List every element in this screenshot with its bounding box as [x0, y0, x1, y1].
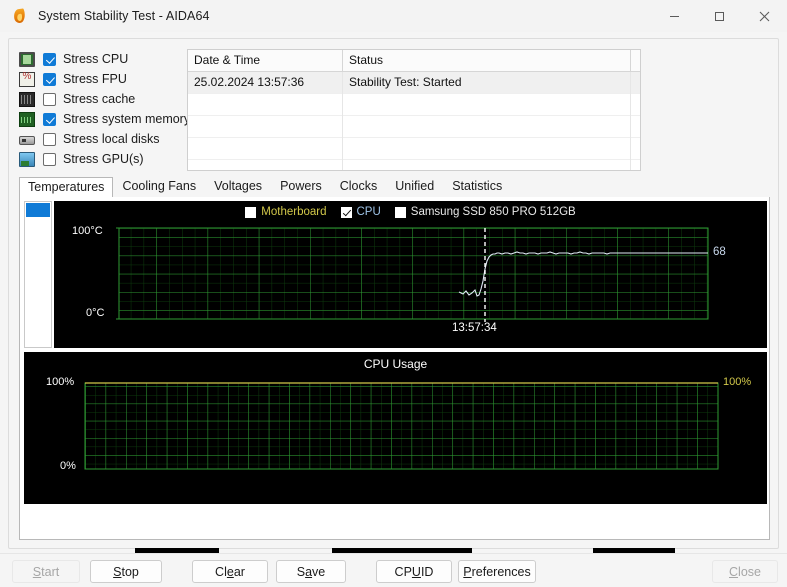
usage-axis-label-bottom: 0% [60, 460, 76, 472]
stress-option-fpu[interactable]: Stress FPU [19, 69, 195, 89]
temp-axis-label-bottom: 0°C [86, 307, 105, 319]
preferences-button[interactable]: Preferences [458, 560, 536, 583]
preferences-button-mnemonic: P [463, 564, 472, 579]
stop-button-label: top [121, 564, 139, 579]
flame-icon [12, 8, 28, 24]
usage-axis-label-top-right: 100% [723, 376, 752, 388]
close-button[interactable]: Close [712, 560, 778, 583]
close-button-mnemonic: C [729, 564, 739, 579]
stress-gpu-label: Stress GPU(s) [63, 152, 144, 166]
start-button-label: tart [41, 564, 60, 579]
cpu-usage-chart-area: CPU Usage 100% 100% 0% [24, 352, 767, 504]
table-row-empty [188, 160, 640, 170]
table-row-empty [188, 138, 640, 160]
stress-fpu-checkbox[interactable] [43, 72, 56, 86]
window-controls [652, 0, 787, 32]
cpu-icon [19, 51, 35, 67]
clear-button-label: Cl [215, 564, 227, 579]
stress-option-cache[interactable]: Stress cache [19, 89, 195, 109]
close-icon[interactable] [742, 0, 787, 32]
tab-bar: Temperatures Cooling Fans Voltages Power… [19, 177, 770, 198]
stress-cache-label: Stress cache [63, 92, 136, 106]
temp-current-value-label: 68 [713, 246, 726, 258]
table-row-empty [188, 116, 640, 138]
column-header-status: Status [343, 50, 631, 72]
stress-cpu-checkbox[interactable] [43, 52, 56, 66]
tab-voltages[interactable]: Voltages [205, 176, 271, 197]
stress-fpu-label: Stress FPU [63, 72, 127, 86]
temperature-chart: Motherboard CPU Samsung SSD 850 PRO 512G… [54, 201, 767, 348]
table-row-empty [188, 94, 640, 116]
start-button-mnemonic: S [32, 564, 42, 579]
stress-option-gpu[interactable]: Stress GPU(s) [19, 149, 195, 169]
stress-cache-checkbox[interactable] [43, 92, 56, 106]
memory-icon [19, 111, 35, 127]
stress-option-cpu[interactable]: Stress CPU [19, 49, 195, 69]
aida64-stability-test-window: System Stability Test - AIDA64 Stress CP… [0, 0, 787, 587]
tab-statistics[interactable]: Statistics [443, 176, 511, 197]
main-frame: Stress CPU Stress FPU Stress cache Stres… [8, 38, 779, 570]
cache-icon [19, 91, 35, 107]
device-list[interactable] [24, 201, 52, 348]
column-header-datetime: Date & Time [188, 50, 343, 72]
preferences-button-label: references [471, 564, 531, 579]
stress-cpu-label: Stress CPU [63, 52, 129, 66]
stop-button-mnemonic: S [113, 564, 122, 579]
device-list-item-selected[interactable] [26, 203, 50, 217]
bottom-button-bar: Start Stop Cl e ar Sa ve CP U ID Preferences … [0, 553, 787, 587]
tab-powers[interactable]: Powers [271, 176, 331, 197]
window-title: System Stability Test - AIDA64 [38, 9, 210, 23]
cpuid-button[interactable]: CP U ID [376, 560, 452, 583]
cell-status: Stability Test: Started [343, 72, 631, 94]
stress-gpu-checkbox[interactable] [43, 152, 56, 166]
table-header: Date & Time Status [188, 50, 640, 72]
stress-options-group: Stress CPU Stress FPU Stress cache Stres… [19, 49, 195, 171]
maximize-icon[interactable] [697, 0, 742, 32]
temperature-chart-area: Motherboard CPU Samsung SSD 850 PRO 512G… [24, 201, 767, 348]
cpu-usage-chart: CPU Usage 100% 100% 0% [24, 352, 767, 504]
temp-axis-label-top: 100°C [72, 225, 103, 237]
cell-datetime: 25.02.2024 13:57:36 [188, 72, 343, 94]
stop-button[interactable]: Stop [90, 560, 162, 583]
stress-option-disks[interactable]: Stress local disks [19, 129, 195, 149]
stress-memory-label: Stress system memory [63, 112, 191, 126]
tab-clocks[interactable]: Clocks [331, 176, 387, 197]
title-bar: System Stability Test - AIDA64 [0, 0, 787, 32]
save-button-label: S [296, 564, 306, 579]
disk-icon [19, 136, 35, 145]
stress-disks-checkbox[interactable] [43, 132, 56, 146]
fpu-icon [19, 71, 35, 87]
minimize-icon[interactable] [652, 0, 697, 32]
temperature-plot [116, 227, 709, 322]
clear-button-mnemonic: e [226, 564, 234, 579]
stress-disks-label: Stress local disks [63, 132, 160, 146]
temp-time-marker-label: 13:57:34 [452, 322, 497, 334]
close-button-label: lose [738, 564, 761, 579]
cpuid-button-mnemonic: U [411, 564, 421, 579]
cpuid-button-label: CP [394, 564, 412, 579]
save-button[interactable]: Sa ve [276, 560, 346, 583]
tab-temperatures[interactable]: Temperatures [19, 177, 114, 198]
usage-axis-label-top-left: 100% [46, 376, 75, 388]
start-button[interactable]: Start [12, 560, 80, 583]
gpu-icon [19, 151, 35, 167]
table-row[interactable]: 25.02.2024 13:57:36 Stability Test: Star… [188, 72, 640, 94]
clear-button[interactable]: Cl e ar [192, 560, 268, 583]
temperatures-tab-page: Motherboard CPU Samsung SSD 850 PRO 512G… [19, 197, 770, 540]
tab-unified[interactable]: Unified [386, 176, 443, 197]
stress-memory-checkbox[interactable] [43, 112, 56, 126]
stress-option-memory[interactable]: Stress system memory [19, 109, 195, 129]
cpu-usage-plot [84, 382, 719, 470]
save-button-mnemonic: a [305, 564, 313, 579]
tab-cooling-fans[interactable]: Cooling Fans [113, 176, 205, 197]
event-log-table[interactable]: Date & Time Status 25.02.2024 13:57:36 S… [187, 49, 641, 171]
